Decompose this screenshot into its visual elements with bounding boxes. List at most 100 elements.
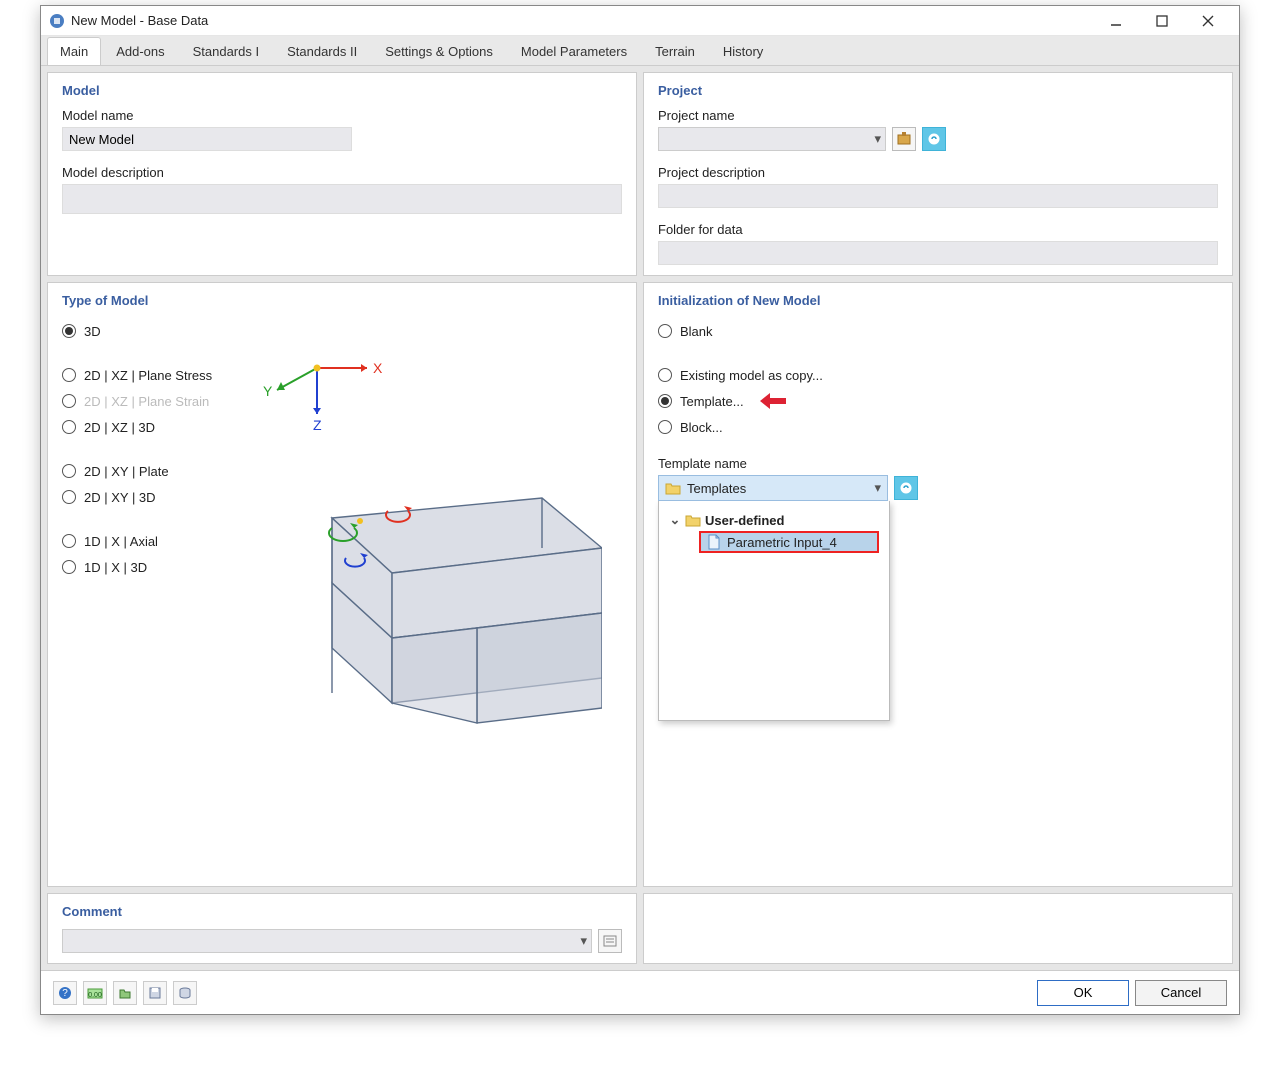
template-name-combo[interactable]: Templates ▾ bbox=[658, 475, 888, 501]
file-icon bbox=[707, 534, 721, 550]
radio-label: 2D | XZ | Plane Strain bbox=[84, 394, 209, 409]
model-illustration: X Y Z bbox=[242, 318, 622, 738]
svg-text:Z: Z bbox=[313, 417, 322, 433]
radio-icon bbox=[62, 490, 76, 504]
empty-panel bbox=[643, 893, 1233, 964]
tab-terrain[interactable]: Terrain bbox=[642, 37, 708, 65]
tab-bar: Main Add-ons Standards I Standards II Se… bbox=[41, 36, 1239, 66]
init-heading: Initialization of New Model bbox=[658, 293, 1218, 308]
footer: ? 0.00 OK Cancel bbox=[41, 970, 1239, 1014]
radio-label: 2D | XY | 3D bbox=[84, 490, 156, 505]
template-dropdown: ⌄ User-defined Parametric Input_4 bbox=[658, 501, 890, 721]
tree-item-label: Parametric Input_4 bbox=[727, 535, 837, 550]
radio-label: 1D | X | 3D bbox=[84, 560, 147, 575]
init-radio-template-[interactable]: Template... bbox=[658, 388, 1218, 414]
svg-text:?: ? bbox=[62, 988, 68, 999]
type-radio-1d-x-3d[interactable]: 1D | X | 3D bbox=[62, 554, 232, 580]
type-radio-2d-xz-plane-stress[interactable]: 2D | XZ | Plane Stress bbox=[62, 362, 232, 388]
radio-icon bbox=[62, 394, 76, 408]
radio-icon bbox=[62, 324, 76, 338]
folder-icon bbox=[685, 513, 701, 527]
type-radio-1d-x-axial[interactable]: 1D | X | Axial bbox=[62, 528, 232, 554]
type-radio-2d-xz-plane-strain: 2D | XZ | Plane Strain bbox=[62, 388, 232, 414]
init-radio-group: Blank Existing model as copy... Template..… bbox=[658, 318, 1218, 440]
template-cloud-button[interactable] bbox=[894, 476, 918, 500]
chevron-down-icon: ▾ bbox=[874, 480, 881, 496]
folder-input[interactable] bbox=[658, 241, 1218, 265]
type-radio-3d[interactable]: 3D bbox=[62, 318, 232, 344]
radio-icon bbox=[658, 420, 672, 434]
radio-label: 2D | XZ | 3D bbox=[84, 420, 155, 435]
folder-icon bbox=[665, 481, 681, 495]
init-panel: Initialization of New Model Blank Existin… bbox=[643, 282, 1233, 887]
project-name-combo[interactable]: ▾ bbox=[658, 127, 886, 151]
radio-label: 2D | XY | Plate bbox=[84, 464, 169, 479]
template-selected: Templates bbox=[687, 481, 746, 496]
model-desc-label: Model description bbox=[62, 165, 622, 180]
folder-label: Folder for data bbox=[658, 222, 1218, 237]
tree-item-parametric-input-4[interactable]: Parametric Input_4 bbox=[699, 531, 879, 553]
tab-addons[interactable]: Add-ons bbox=[103, 37, 177, 65]
comment-edit-button[interactable] bbox=[598, 929, 622, 953]
model-name-input[interactable] bbox=[62, 127, 352, 151]
ok-button[interactable]: OK bbox=[1037, 980, 1129, 1006]
type-panel: Type of Model 3D2D | XZ | Plane Stress2D… bbox=[47, 282, 637, 887]
close-button[interactable] bbox=[1185, 7, 1231, 35]
radio-icon bbox=[62, 420, 76, 434]
maximize-button[interactable] bbox=[1139, 7, 1185, 35]
cancel-button[interactable]: Cancel bbox=[1135, 980, 1227, 1006]
svg-text:X: X bbox=[373, 360, 383, 376]
model-name-label: Model name bbox=[62, 108, 622, 123]
project-panel: Project Project name ▾ Project descripti… bbox=[643, 72, 1233, 276]
comment-panel: Comment ▾ bbox=[47, 893, 637, 964]
type-radio-2d-xy-3d[interactable]: 2D | XY | 3D bbox=[62, 484, 232, 510]
comment-combo[interactable]: ▾ bbox=[62, 929, 592, 953]
titlebar: New Model - Base Data bbox=[41, 6, 1239, 36]
database-button[interactable] bbox=[173, 981, 197, 1005]
type-radio-2d-xy-plate[interactable]: 2D | XY | Plate bbox=[62, 458, 232, 484]
project-name-label: Project name bbox=[658, 108, 1218, 123]
radio-label: Block... bbox=[680, 420, 723, 435]
svg-text:Y: Y bbox=[263, 383, 273, 399]
save-button[interactable] bbox=[143, 981, 167, 1005]
project-manager-button[interactable] bbox=[892, 127, 916, 151]
project-cloud-button[interactable] bbox=[922, 127, 946, 151]
tab-history[interactable]: History bbox=[710, 37, 776, 65]
model-panel: Model Model name Model description bbox=[47, 72, 637, 276]
type-radio-2d-xz-3d[interactable]: 2D | XZ | 3D bbox=[62, 414, 232, 440]
tree-folder-row[interactable]: ⌄ User-defined bbox=[665, 509, 883, 531]
app-icon bbox=[49, 13, 65, 29]
tab-standards-1[interactable]: Standards I bbox=[180, 37, 273, 65]
radio-icon bbox=[62, 534, 76, 548]
radio-icon bbox=[658, 324, 672, 338]
type-radio-group: 3D 2D | XZ | Plane Stress 2D | XZ | Plane … bbox=[62, 318, 232, 738]
radio-icon bbox=[658, 368, 672, 382]
arrow-left-icon bbox=[760, 392, 786, 410]
radio-label: 1D | X | Axial bbox=[84, 534, 158, 549]
radio-icon bbox=[62, 464, 76, 478]
tab-model-parameters[interactable]: Model Parameters bbox=[508, 37, 640, 65]
radio-label: Template... bbox=[680, 394, 744, 409]
window-title: New Model - Base Data bbox=[71, 13, 1093, 28]
tab-settings[interactable]: Settings & Options bbox=[372, 37, 506, 65]
model-heading: Model bbox=[62, 83, 622, 98]
tree-folder-label: User-defined bbox=[705, 513, 784, 528]
svg-text:0.00: 0.00 bbox=[88, 992, 102, 999]
template-name-label: Template name bbox=[658, 456, 1218, 471]
comment-heading: Comment bbox=[62, 904, 622, 919]
help-button[interactable]: ? bbox=[53, 981, 77, 1005]
init-radio-block-[interactable]: Block... bbox=[658, 414, 1218, 440]
init-radio-existing-model-as-copy-[interactable]: Existing model as copy... bbox=[658, 362, 1218, 388]
init-radio-blank[interactable]: Blank bbox=[658, 318, 1218, 344]
minimize-button[interactable] bbox=[1093, 7, 1139, 35]
tab-standards-2[interactable]: Standards II bbox=[274, 37, 370, 65]
open-button[interactable] bbox=[113, 981, 137, 1005]
radio-label: 3D bbox=[84, 324, 101, 339]
tab-main[interactable]: Main bbox=[47, 37, 101, 65]
radio-label: Blank bbox=[680, 324, 713, 339]
units-button[interactable]: 0.00 bbox=[83, 981, 107, 1005]
chevron-down-icon: ▾ bbox=[874, 131, 881, 147]
radio-icon bbox=[62, 368, 76, 382]
model-desc-input[interactable] bbox=[62, 184, 622, 214]
project-desc-input[interactable] bbox=[658, 184, 1218, 208]
